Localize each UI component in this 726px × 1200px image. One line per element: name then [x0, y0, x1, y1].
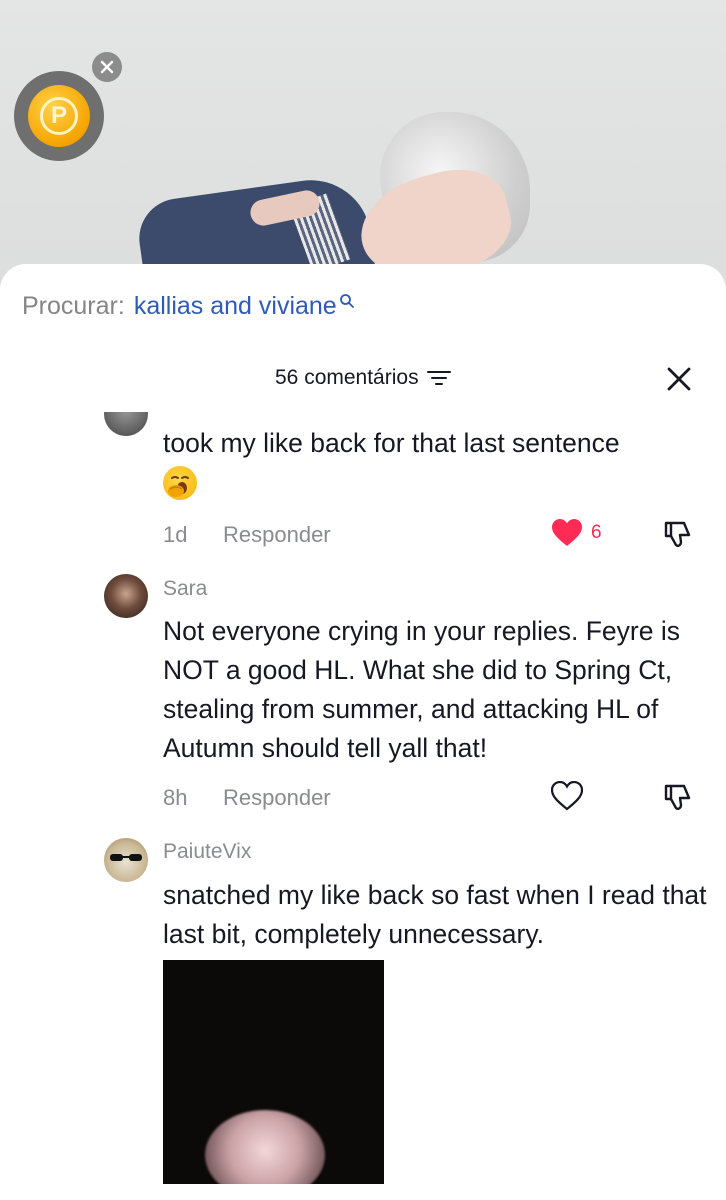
- avatar[interactable]: [104, 412, 148, 436]
- media-hamster-image: [205, 1110, 325, 1184]
- comment-text: Not everyone crying in your replies. Fey…: [163, 616, 680, 763]
- heart-filled-icon: [552, 519, 582, 546]
- heart-outline-icon: [551, 781, 583, 811]
- comment-meta: 1d Responder: [163, 522, 331, 548]
- like-button[interactable]: [551, 781, 583, 811]
- avatar[interactable]: [104, 574, 148, 618]
- video-background[interactable]: [0, 0, 726, 300]
- search-query-link[interactable]: kallias and viviane: [134, 292, 337, 321]
- close-comments-button[interactable]: [660, 360, 698, 398]
- comment-time: 1d: [163, 522, 188, 547]
- comment-count: 56 comentários: [275, 366, 419, 389]
- close-icon: [100, 60, 114, 74]
- comments-sheet: Procurar: kallias and viviane 56 comentá…: [0, 264, 726, 1200]
- comment-count-sort[interactable]: 56 comentários: [275, 366, 451, 390]
- comment-text: snatched my like back so fast when I rea…: [163, 880, 707, 949]
- comment-username[interactable]: PaiuteVix: [163, 840, 251, 864]
- search-suggestion[interactable]: Procurar: kallias and viviane: [22, 292, 355, 321]
- reply-button[interactable]: Responder: [223, 785, 331, 811]
- dislike-button[interactable]: [662, 781, 694, 818]
- comment-time: 8h: [163, 785, 188, 810]
- close-icon: [667, 367, 691, 391]
- coin-close-button[interactable]: [92, 52, 122, 82]
- reply-button[interactable]: Responder: [223, 522, 331, 548]
- dislike-button[interactable]: [662, 518, 694, 555]
- coin-reward-widget[interactable]: P: [14, 71, 104, 161]
- avatar[interactable]: [104, 838, 148, 882]
- sort-filter-icon: [426, 371, 451, 385]
- comment-text: took my like back for that last sentence: [163, 428, 620, 458]
- comment-username[interactable]: Sara: [163, 577, 207, 601]
- thumbs-down-icon: [664, 784, 691, 810]
- thumbs-down-icon: [664, 521, 691, 547]
- search-icon: [339, 293, 354, 308]
- comment-media-thumbnail[interactable]: [163, 960, 384, 1184]
- comments-header: 56 comentários: [0, 360, 726, 400]
- sunglasses-cat-avatar-icon: [110, 854, 142, 861]
- like-count: 6: [591, 522, 602, 543]
- yawning-face-emoji-icon: [163, 466, 197, 500]
- comment-meta: 8h Responder: [163, 785, 331, 811]
- comment-list[interactable]: took my like back for that last sentence…: [0, 412, 726, 1200]
- like-button[interactable]: 6: [551, 518, 602, 548]
- search-prefix: Procurar:: [22, 292, 125, 320]
- coin-icon: P: [28, 85, 90, 147]
